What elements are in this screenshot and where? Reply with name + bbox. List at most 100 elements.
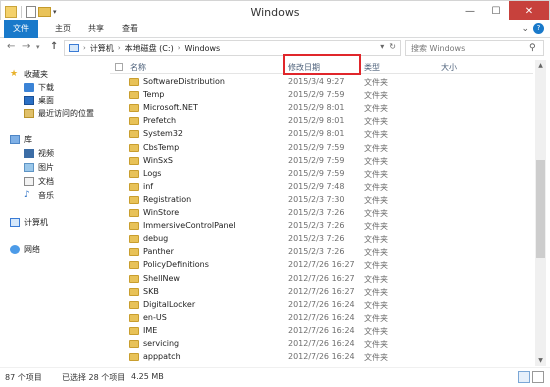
table-row[interactable]: IME 2012/7/26 16:24 文件夹: [110, 325, 533, 338]
file-name: Microsoft.NET: [143, 103, 198, 113]
table-row[interactable]: ImmersiveControlPanel 2015/2/3 7:26 文件夹: [110, 220, 533, 233]
nav-recent-places[interactable]: 最近访问的位置: [24, 107, 94, 119]
file-name: SoftwareDistribution: [143, 77, 225, 86]
libraries-icon: [10, 134, 20, 144]
file-name: PolicyDefinitions: [143, 260, 209, 270]
table-row[interactable]: Temp 2015/2/9 7:59 文件夹: [110, 89, 533, 102]
recent-locations-dropdown[interactable]: ▾: [36, 43, 40, 51]
file-type: 文件夹: [364, 156, 388, 166]
back-button[interactable]: ←: [7, 41, 15, 52]
breadcrumb-local-disk[interactable]: 本地磁盘 (C:): [125, 43, 174, 54]
table-row[interactable]: servicing 2012/7/26 16:24 文件夹: [110, 338, 533, 351]
select-all-checkbox[interactable]: [115, 63, 123, 71]
tab-file[interactable]: 文件: [4, 20, 38, 38]
column-name[interactable]: 名称: [130, 62, 146, 73]
nav-music[interactable]: ♪ 音乐: [24, 189, 54, 201]
nav-music-label: 音乐: [38, 190, 54, 200]
nav-pictures[interactable]: 图片: [24, 161, 54, 173]
nav-videos[interactable]: 视频: [24, 147, 54, 159]
file-type: 文件夹: [364, 261, 388, 271]
file-date-modified: 2015/2/3 7:26: [288, 234, 345, 244]
breadcrumb-separator[interactable]: ›: [118, 44, 121, 52]
column-type[interactable]: 类型: [364, 62, 380, 73]
breadcrumb-separator[interactable]: ›: [83, 44, 86, 52]
table-row[interactable]: debug 2015/2/3 7:26 文件夹: [110, 233, 533, 246]
table-row[interactable]: Prefetch 2015/2/9 8:01 文件夹: [110, 115, 533, 128]
help-icon[interactable]: ?: [533, 23, 544, 34]
search-icon[interactable]: ⚲: [529, 43, 543, 53]
nav-network-label: 网络: [24, 244, 40, 254]
nav-libraries[interactable]: 库: [10, 133, 32, 145]
tab-share[interactable]: 共享: [79, 20, 113, 38]
table-row[interactable]: Registration 2015/2/3 7:30 文件夹: [110, 194, 533, 207]
forward-button[interactable]: →: [22, 41, 30, 52]
large-icons-view-icon[interactable]: [532, 371, 544, 383]
scroll-up-button[interactable]: ▲: [535, 60, 546, 71]
file-date-modified: 2015/3/4 9:27: [288, 77, 345, 86]
file-date-modified: 2015/2/9 7:48: [288, 181, 345, 191]
maximize-button[interactable]: ☐: [483, 1, 509, 21]
table-row[interactable]: WinStore 2015/2/3 7:26 文件夹: [110, 207, 533, 220]
file-name: en-US: [143, 312, 167, 322]
breadcrumb-computer[interactable]: 计算机: [90, 43, 114, 54]
nav-favorites[interactable]: ★ 收藏夹: [10, 68, 48, 80]
nav-desktop[interactable]: 桌面: [24, 94, 54, 106]
table-row[interactable]: CbsTemp 2015/2/9 7:59 文件夹: [110, 142, 533, 155]
address-history-dropdown[interactable]: ▾: [380, 42, 384, 51]
file-name: Panther: [143, 247, 174, 257]
table-row[interactable]: PolicyDefinitions 2012/7/26 16:27 文件夹: [110, 259, 533, 272]
minimize-button[interactable]: —: [457, 1, 483, 21]
tab-home[interactable]: 主页: [46, 20, 80, 38]
breadcrumb-separator[interactable]: ›: [178, 44, 181, 52]
search-box[interactable]: 搜索 Windows ⚲: [405, 40, 544, 56]
selected-size: 4.25 MB: [131, 372, 164, 381]
file-name: SKB: [143, 286, 159, 296]
table-row[interactable]: Panther 2015/2/3 7:26 文件夹: [110, 246, 533, 259]
desktop-icon: [24, 95, 34, 105]
table-row[interactable]: SKB 2012/7/26 16:27 文件夹: [110, 286, 533, 299]
table-row[interactable]: SoftwareDistribution 2015/3/4 9:27 文件夹: [110, 76, 533, 89]
file-type: 文件夹: [364, 340, 388, 349]
nav-downloads[interactable]: 下载: [24, 81, 54, 93]
table-row[interactable]: en-US 2012/7/26 16:24 文件夹: [110, 312, 533, 325]
search-input[interactable]: 搜索 Windows: [411, 43, 529, 54]
table-row[interactable]: Microsoft.NET 2015/2/9 8:01 文件夹: [110, 102, 533, 115]
nav-computer[interactable]: 计算机: [10, 216, 48, 228]
table-row[interactable]: System32 2015/2/9 8:01 文件夹: [110, 128, 533, 141]
folder-icon: [129, 117, 139, 126]
scroll-thumb[interactable]: [536, 160, 545, 258]
column-size[interactable]: 大小: [441, 62, 457, 73]
tab-view[interactable]: 查看: [113, 20, 147, 38]
folder-icon: [129, 248, 139, 257]
refresh-icon[interactable]: ↻: [389, 42, 396, 51]
ribbon-right: ⌄ ?: [521, 23, 544, 34]
up-button[interactable]: ↑: [50, 41, 58, 52]
table-row[interactable]: ShellNew 2012/7/26 16:27 文件夹: [110, 273, 533, 286]
expand-ribbon-icon[interactable]: ⌄: [521, 24, 529, 34]
table-row[interactable]: Logs 2015/2/9 7:59 文件夹: [110, 168, 533, 181]
videos-icon: [24, 148, 34, 158]
table-row[interactable]: DigitalLocker 2012/7/26 16:24 文件夹: [110, 299, 533, 312]
table-row[interactable]: inf 2015/2/9 7:48 文件夹: [110, 181, 533, 194]
file-date-modified: 2012/7/26 16:24: [288, 299, 355, 309]
details-view-icon[interactable]: [518, 371, 530, 383]
file-type: 文件夹: [364, 117, 388, 127]
highlight-box: [283, 54, 361, 75]
file-name: ShellNew: [143, 273, 180, 283]
vertical-scrollbar[interactable]: ▲ ▼: [535, 60, 546, 366]
table-row[interactable]: apppatch 2012/7/26 16:24 文件夹: [110, 351, 533, 364]
folder-icon: [129, 313, 139, 322]
file-name: IME: [143, 325, 158, 335]
table-row[interactable]: WinSxS 2015/2/9 7:59 文件夹: [110, 155, 533, 168]
file-name: Temp: [143, 90, 165, 100]
nav-videos-label: 视频: [38, 148, 54, 158]
nav-network[interactable]: 网络: [10, 243, 40, 255]
item-count: 87 个项目: [5, 373, 42, 382]
scroll-down-button[interactable]: ▼: [535, 355, 546, 366]
close-button[interactable]: ✕: [509, 1, 549, 21]
breadcrumb-windows[interactable]: Windows: [185, 44, 221, 53]
computer-icon: [10, 217, 20, 227]
nav-documents[interactable]: 文档: [24, 175, 54, 187]
file-date-modified: 2015/2/9 7:59: [288, 142, 345, 152]
file-type: 文件夹: [364, 209, 388, 218]
